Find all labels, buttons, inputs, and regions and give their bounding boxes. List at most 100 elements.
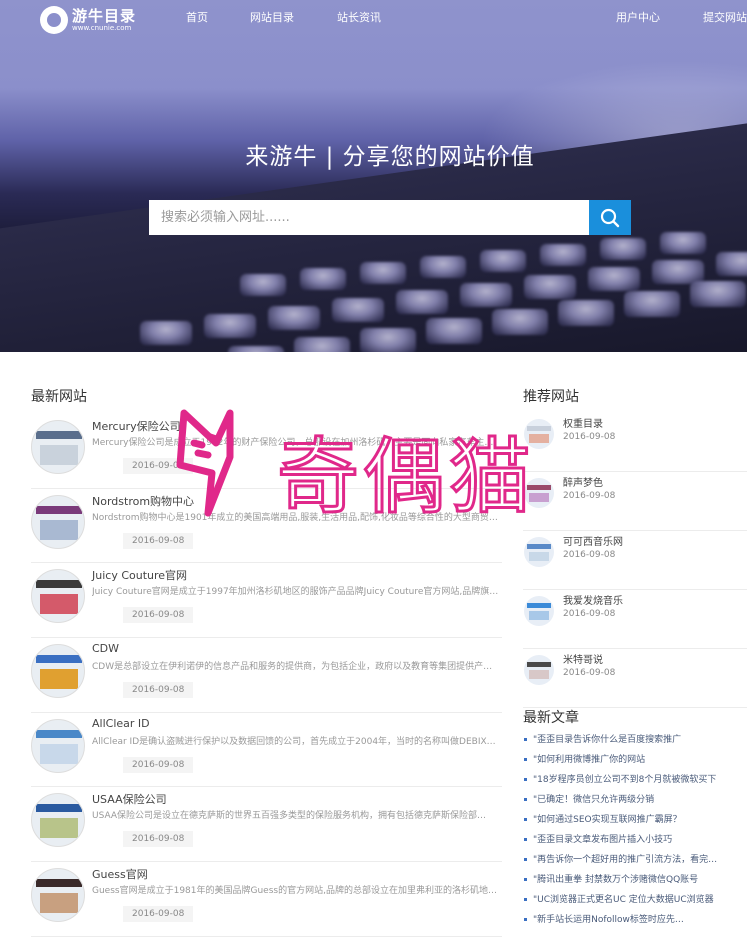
nav-item-news[interactable]: 站长资讯: [337, 9, 381, 25]
thumbnail-graphic: [529, 670, 549, 679]
recommended-name-link[interactable]: 我爱发烧音乐: [563, 592, 623, 607]
site-thumbnail[interactable]: [31, 644, 85, 699]
thumbnail-graphic: [40, 594, 78, 615]
article-link[interactable]: "腾讯出重拳 封禁数万个涉赌微信QQ账号: [523, 873, 747, 893]
keyboard-key-decoration: [460, 282, 512, 307]
recommended-item[interactable]: 醉声梦色 2016-09-08: [523, 472, 747, 531]
search-input[interactable]: [149, 200, 589, 235]
recommended-thumbnail[interactable]: [524, 537, 554, 567]
recommended-name-link[interactable]: 可可西音乐网: [563, 533, 623, 548]
thumbnail-graphic: [36, 431, 82, 439]
site-thumbnail[interactable]: [31, 718, 85, 773]
site-name-link[interactable]: Mercury保险公司: [92, 418, 181, 434]
article-link[interactable]: "已确定！微信只允许两级分销: [523, 793, 747, 813]
hero-title: 来游牛 | 分享您的网站价值: [245, 144, 535, 170]
site-list-item[interactable]: USAA保险公司 USAA保险公司是设立在德克萨斯的世界五百强多类型的保险服务机构…: [31, 787, 502, 863]
article-link[interactable]: "再告诉你一个超好用的推广引流方法，看完…: [523, 853, 747, 873]
search-bar: [149, 200, 631, 235]
article-link[interactable]: "歪歪目录文章发布图片插入小技巧: [523, 833, 747, 853]
nav-item-directory[interactable]: 网站目录: [250, 9, 294, 25]
recommended-date: 2016-09-08: [563, 432, 616, 442]
recommended-item[interactable]: 我爱发烧音乐 2016-09-08: [523, 590, 747, 649]
logo-url: www.cnunie.com: [72, 23, 132, 32]
thumbnail-graphic: [40, 893, 78, 914]
site-list-item[interactable]: Nordstrom购物中心 Nordstrom购物中心是1901年成立的美国高端用…: [31, 489, 502, 564]
article-link[interactable]: "18岁程序员创立公司不到8个月就被微软买下: [523, 773, 747, 793]
keyboard-key-decoration: [588, 267, 640, 292]
recommended-item[interactable]: 米特哥说 2016-09-08: [523, 649, 747, 708]
site-name-link[interactable]: Juicy Couture官网: [92, 567, 187, 583]
site-list-item[interactable]: Guess官网 Guess官网是成立于1981年的美国品牌Guess的官方网站,品…: [31, 862, 502, 937]
nav-submit-site[interactable]: 提交网站: [703, 9, 747, 25]
site-thumbnail[interactable]: [31, 868, 85, 923]
site-list-item[interactable]: AllClear ID AllClear ID是确认盗贼进行保护以及数据回馈的公司…: [31, 713, 502, 788]
site-thumbnail[interactable]: [31, 793, 85, 848]
nav-user-center[interactable]: 用户中心: [616, 9, 660, 25]
article-link[interactable]: "新手站长运用Nofollow标签时应先…: [523, 913, 747, 933]
keyboard-key-decoration: [396, 290, 448, 315]
keyboard-key-decoration: [294, 336, 350, 352]
site-name-link[interactable]: USAA保险公司: [92, 791, 167, 807]
nav-item-home[interactable]: 首页: [186, 9, 208, 25]
thumbnail-graphic: [529, 611, 549, 620]
site-name-link[interactable]: AllClear ID: [92, 717, 150, 730]
thumbnail-graphic: [36, 879, 82, 888]
thumbnail-graphic: [529, 552, 549, 561]
recommended-date: 2016-09-08: [563, 491, 616, 501]
keyboard-key-decoration: [660, 232, 706, 254]
site-name-link[interactable]: CDW: [92, 642, 119, 655]
site-description: USAA保险公司是设立在德克萨斯的世界五百强多类型的保险服务机构，拥有包括德克萨…: [92, 811, 487, 822]
keyboard-key-decoration: [524, 275, 576, 300]
recommended-date: 2016-09-08: [563, 668, 616, 678]
article-link[interactable]: "UC浏览器正式更名UC 定位大数据UC浏览器: [523, 893, 747, 913]
site-description: CDW是总部设立在伊利诺伊的信息产品和服务的提供商，为包括企业，政府以及教育等集…: [92, 662, 493, 673]
thumbnail-graphic: [40, 445, 78, 465]
site-date-badge: 2016-09-08: [123, 682, 194, 699]
site-description: Juicy Couture官网是成立于1997年加州洛杉矶地区的服饰产品品牌Ju…: [92, 587, 502, 598]
site-list-item[interactable]: Juicy Couture官网 Juicy Couture官网是成立于1997年加…: [31, 563, 502, 639]
site-name-link[interactable]: Nordstrom购物中心: [92, 493, 194, 509]
thumbnail-graphic: [40, 669, 78, 690]
recommended-title: 推荐网站: [523, 389, 579, 405]
thumbnail-graphic: [529, 434, 549, 443]
site-date-badge: 2016-09-08: [123, 906, 194, 923]
recommended-item[interactable]: 可可西音乐网 2016-09-08: [523, 531, 747, 590]
recommended-thumbnail[interactable]: [524, 596, 554, 626]
site-logo[interactable]: 游牛目录 www.cnunie.com: [40, 6, 136, 34]
recommended-date: 2016-09-08: [563, 609, 616, 619]
site-date-badge: 2016-09-08: [123, 831, 194, 848]
site-description: Mercury保险公司是成立于1962年的财产保险公司，总部设在加州洛杉矶，主要…: [92, 438, 494, 448]
site-thumbnail[interactable]: [31, 569, 85, 624]
search-button[interactable]: [589, 200, 631, 235]
recommended-name-link[interactable]: 权重目录: [563, 415, 603, 430]
article-link[interactable]: "如何利用微博推广你的网站: [523, 753, 747, 773]
recommended-item[interactable]: 权重目录 2016-09-08: [523, 413, 747, 472]
site-thumbnail[interactable]: [31, 494, 85, 549]
latest-sites-list: Mercury保险公司 Mercury保险公司是成立于1962年的财产保险公司，总…: [31, 414, 502, 937]
article-link[interactable]: "如何通过SEO实现互联网推广霸屏？: [523, 813, 747, 833]
site-list-item[interactable]: CDW CDW是总部设立在伊利诺伊的信息产品和服务的提供商，为包括企业，政府以及教…: [31, 638, 502, 713]
hero-keys: [0, 0, 747, 352]
thumbnail-graphic: [527, 544, 551, 549]
keyboard-key-decoration: [652, 259, 704, 284]
thumbnail-graphic: [529, 493, 549, 502]
thumbnail-graphic: [527, 603, 551, 608]
keyboard-key-decoration: [140, 321, 192, 346]
recommended-thumbnail[interactable]: [524, 478, 554, 508]
hero-banner: 游牛目录 www.cnunie.com 首页 网站目录 站长资讯 用户中心 提交…: [0, 0, 747, 352]
recommended-name-link[interactable]: 醉声梦色: [563, 474, 603, 489]
thumbnail-graphic: [36, 804, 82, 813]
thumbnail-graphic: [36, 505, 82, 514]
recommended-thumbnail[interactable]: [524, 419, 554, 449]
thumbnail-graphic: [40, 743, 78, 764]
recommended-thumbnail[interactable]: [524, 655, 554, 685]
site-list-item[interactable]: Mercury保险公司 Mercury保险公司是成立于1962年的财产保险公司，总…: [31, 414, 502, 489]
site-name-link[interactable]: Guess官网: [92, 866, 148, 882]
article-link[interactable]: "歪歪目录告诉你什么是百度搜索推广: [523, 733, 747, 753]
latest-sites-title: 最新网站: [31, 389, 87, 405]
keyboard-key-decoration: [624, 290, 680, 317]
search-icon: [600, 208, 620, 227]
recommended-name-link[interactable]: 米特哥说: [563, 651, 603, 666]
site-thumbnail[interactable]: [31, 420, 85, 474]
keyboard-key-decoration: [332, 298, 384, 323]
